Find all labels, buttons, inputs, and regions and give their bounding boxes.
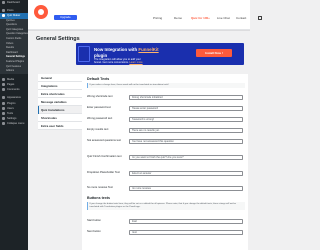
plugin-header: Upgrade Pricing Demo Quiz for 100+ Live … [28, 0, 262, 30]
wrench-icon [2, 111, 5, 115]
user-icon [2, 106, 5, 110]
page-title: General Settings [36, 36, 80, 42]
banner-heading-prefix: Now Integration with [94, 47, 138, 52]
menu-label: Quiz Maker [7, 14, 21, 18]
nav-demo[interactable]: Demo [174, 16, 182, 20]
tab-general[interactable]: General [38, 74, 82, 82]
wp-menu-collapse[interactable]: Collapse menu [0, 121, 28, 126]
quiz-finish-confirmation-text-input[interactable] [129, 154, 243, 160]
next-button-text-input[interactable] [129, 229, 243, 235]
tab-extra-user-fields[interactable]: Extra user fields [38, 122, 82, 130]
field-label: Next button [87, 230, 101, 233]
tab-extra-shortcodes[interactable]: Extra shortcodes [38, 90, 82, 98]
banner-illustration-icon [78, 46, 90, 62]
quiz-maker-logo-icon [34, 5, 48, 19]
field-label: No more reviews Text [87, 186, 113, 189]
banner-heading: Now Integration with FunnelKit [94, 47, 159, 52]
tab-message-variables[interactable]: Message variables [38, 98, 82, 106]
menu-label: Dashboard [7, 1, 20, 5]
empty-results-text-input[interactable] [129, 127, 243, 133]
start-button-text-input[interactable] [129, 218, 243, 224]
quiz-icon [2, 14, 5, 18]
not-answered-questions-text-input[interactable] [129, 138, 243, 144]
menu-label: Users [7, 106, 14, 110]
banner-heading-line2: plugin [94, 52, 108, 58]
collapse-icon [2, 122, 5, 126]
buttons-texts-title: Buttons texts [87, 196, 110, 200]
tab-integrations[interactable]: Integrations [38, 82, 82, 90]
field-label: Start button [87, 219, 101, 222]
menu-label: Pages [7, 82, 15, 86]
integration-banner: Now Integration with FunnelKit plugin Th… [76, 43, 244, 65]
upgrade-button[interactable]: Upgrade [54, 15, 77, 20]
nav-live-chat[interactable]: Live Chat [217, 16, 230, 20]
field-label: Empty results text [87, 128, 109, 131]
nav-pricing[interactable]: Pricing [153, 16, 162, 20]
settings-panel: Default Texts If you make a change here,… [82, 74, 248, 250]
external-link-icon[interactable] [258, 15, 262, 20]
default-texts-title: Default Texts [87, 77, 110, 81]
dropdown-placeholder-text-input[interactable] [129, 170, 243, 176]
no-more-reviews-text-input[interactable] [129, 185, 243, 191]
menu-label: Plugins [7, 101, 16, 105]
enter-password-text-input[interactable] [129, 105, 243, 111]
plugin-icon [2, 101, 5, 105]
menu-label: Tools [7, 111, 14, 115]
dashboard-icon [2, 1, 5, 5]
tab-shortcodes[interactable]: Shortcodes [38, 114, 82, 122]
nav-contact[interactable]: Contact [236, 16, 246, 20]
settings-tabs: General Integrations Extra shortcodes Me… [38, 74, 82, 130]
wrong-password-text-input[interactable] [129, 116, 243, 122]
banner-learn-more-link[interactable]: Learn more [129, 61, 142, 64]
menu-label: Collapse menu [7, 122, 25, 126]
field-label: Not answered questions text [87, 139, 121, 142]
quiz-maker-submenu: Quizzes Questions Quiz Categories Questi… [0, 18, 28, 74]
buttons-texts-notice: If you change the button texts here, the… [87, 202, 245, 210]
header-divider [28, 30, 250, 31]
tab-quiz-translations[interactable]: Quiz translations [38, 106, 82, 114]
field-label: Dropdown Placeholder Text [87, 171, 120, 174]
menu-label: Settings [7, 117, 17, 121]
settings-icon [2, 117, 5, 121]
wp-admin-sidebar: Dashboard Posts Quiz Maker Quizzes Quest… [0, 0, 28, 250]
field-label: Enter password text [87, 106, 111, 109]
wrong-shortcode-text-input[interactable] [129, 94, 243, 100]
brush-icon [2, 96, 5, 100]
field-label: Quiz Finish Confirmation text [87, 155, 122, 158]
comment-icon [2, 88, 5, 92]
media-icon [2, 77, 5, 81]
field-label: Wrong shortcode text [87, 95, 113, 98]
menu-label: Appearance [7, 96, 21, 100]
menu-label: Posts [7, 9, 14, 13]
page-icon [2, 82, 5, 86]
default-texts-notice: If you make a change here, these words w… [87, 83, 245, 88]
banner-text: funnel. Get more conversions. [94, 61, 129, 64]
install-now-button[interactable]: Install Now ! [196, 49, 232, 57]
menu-label: Media [7, 77, 15, 81]
pin-icon [2, 9, 5, 13]
banner-text-line2: funnel. Get more conversions. Learn more [94, 61, 143, 64]
nav-quiz-for-100[interactable]: Quiz for 100+ [191, 16, 210, 20]
menu-label: Comments [7, 88, 20, 92]
field-label: Wrong password text [87, 117, 113, 120]
banner-heading-highlight[interactable]: FunnelKit [138, 47, 158, 52]
